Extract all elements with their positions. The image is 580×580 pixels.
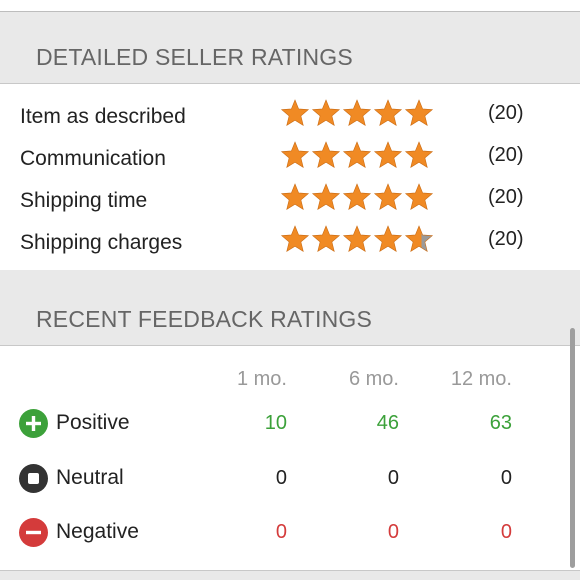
star-icon bbox=[342, 183, 372, 210]
star-rating-graphic bbox=[280, 141, 434, 168]
star-icon bbox=[373, 99, 403, 126]
rating-row: Shipping time (20) bbox=[0, 182, 580, 218]
detailed-ratings-panel: Item as described (20) Communication (20… bbox=[0, 83, 580, 271]
feedback-panel: 1 mo. 6 mo. 12 mo. Positive 10 46 63 Neu… bbox=[0, 345, 580, 571]
rating-label: Shipping time bbox=[20, 189, 148, 212]
star-icon bbox=[342, 99, 372, 126]
star-icon bbox=[373, 141, 403, 168]
star-rating bbox=[280, 98, 440, 130]
feedback-title: RECENT FEEDBACK RATINGS bbox=[36, 306, 373, 332]
top-panel-edge bbox=[0, 0, 580, 12]
rating-count: (20) bbox=[488, 186, 524, 208]
scrollbar[interactable] bbox=[570, 328, 575, 568]
feedback-value: 0 bbox=[387, 467, 399, 489]
star-icon bbox=[342, 141, 372, 168]
star-icon bbox=[404, 183, 434, 210]
square-circle-icon bbox=[19, 464, 48, 493]
feedback-row-neutral: Neutral 0 0 0 bbox=[0, 460, 580, 496]
star-icon bbox=[373, 225, 403, 252]
feedback-value: 0 bbox=[275, 467, 287, 489]
feedback-row-positive: Positive 10 46 63 bbox=[0, 405, 580, 441]
rating-row: Item as described (20) bbox=[0, 98, 580, 134]
star-icon bbox=[373, 183, 403, 210]
star-icon bbox=[404, 225, 434, 252]
star-icon bbox=[311, 183, 341, 210]
star-icon bbox=[404, 99, 434, 126]
rating-count: (20) bbox=[488, 228, 524, 250]
star-rating bbox=[280, 140, 440, 172]
feedback-row-negative: Negative 0 0 0 bbox=[0, 514, 580, 550]
detailed-ratings-title: DETAILED SELLER RATINGS bbox=[36, 44, 353, 70]
minus-circle-icon bbox=[19, 518, 48, 547]
column-header-1mo: 1 mo. bbox=[236, 368, 287, 390]
feedback-value: 10 bbox=[264, 412, 287, 434]
detailed-ratings-header: DETAILED SELLER RATINGS bbox=[0, 12, 580, 83]
star-rating-graphic bbox=[280, 225, 434, 252]
feedback-label: Positive bbox=[56, 411, 130, 434]
star-icon bbox=[280, 141, 310, 168]
feedback-value: 0 bbox=[500, 521, 512, 543]
star-icon bbox=[311, 141, 341, 168]
feedback-label: Neutral bbox=[56, 466, 124, 489]
column-header-6mo: 6 mo. bbox=[348, 368, 399, 390]
rating-row: Communication (20) bbox=[0, 140, 580, 176]
feedback-value: 46 bbox=[376, 412, 399, 434]
feedback-header: RECENT FEEDBACK RATINGS bbox=[0, 270, 580, 345]
rating-count: (20) bbox=[488, 144, 524, 166]
feedback-label: Negative bbox=[56, 520, 139, 543]
rating-label: Communication bbox=[20, 147, 166, 170]
column-header-12mo: 12 mo. bbox=[450, 368, 512, 390]
rating-label: Item as described bbox=[20, 105, 186, 128]
star-icon bbox=[311, 225, 341, 252]
star-icon bbox=[311, 99, 341, 126]
star-icon bbox=[280, 225, 310, 252]
star-rating-graphic bbox=[280, 99, 434, 126]
star-rating bbox=[280, 182, 440, 214]
star-icon bbox=[404, 141, 434, 168]
feedback-value: 63 bbox=[489, 412, 512, 434]
star-rating bbox=[280, 224, 440, 256]
feedback-value: 0 bbox=[387, 521, 399, 543]
star-icon bbox=[342, 225, 372, 252]
feedback-value: 0 bbox=[275, 521, 287, 543]
plus-circle-icon bbox=[19, 409, 48, 438]
feedback-value: 0 bbox=[500, 467, 512, 489]
star-icon bbox=[280, 99, 310, 126]
rating-label: Shipping charges bbox=[20, 231, 183, 254]
star-icon bbox=[280, 183, 310, 210]
star-rating-graphic bbox=[280, 183, 434, 210]
rating-count: (20) bbox=[488, 102, 524, 124]
rating-row: Shipping charges (20) bbox=[0, 224, 580, 260]
